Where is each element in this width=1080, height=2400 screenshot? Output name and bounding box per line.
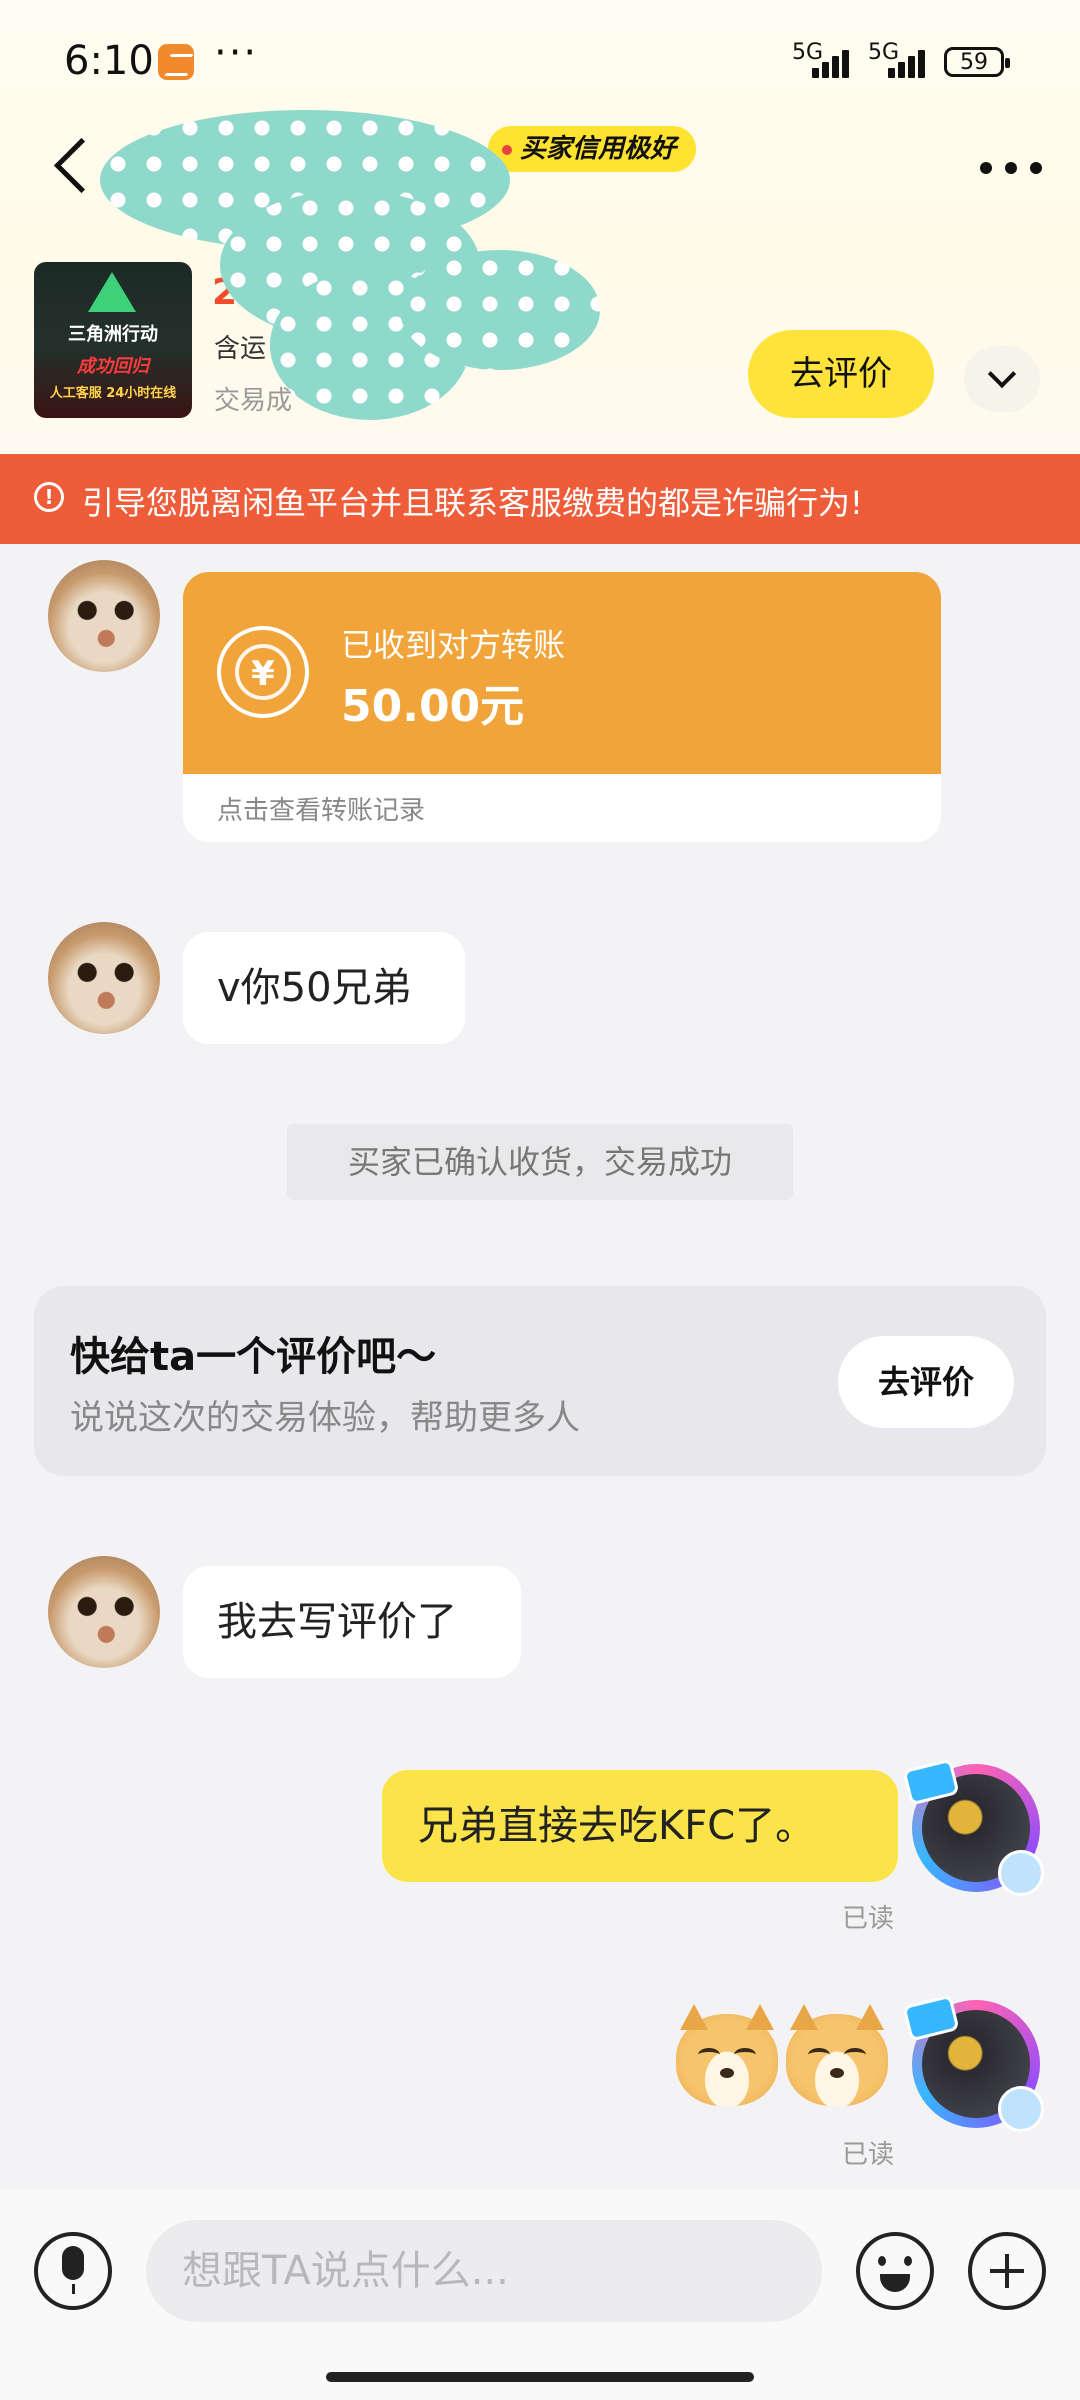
astronaut-badge-icon — [998, 2086, 1044, 2132]
more-notifications-icon: ··· — [214, 30, 259, 76]
review-prompt-card: 快给ta一个评价吧～ 说说这次的交易体验，帮助更多人 去评价 — [34, 1286, 1046, 1476]
review-button-top[interactable]: 去评价 — [748, 330, 934, 418]
doge-sticker-icon[interactable] — [786, 2004, 888, 2106]
review-card-subtitle: 说说这次的交易体验，帮助更多人 — [70, 1398, 580, 1438]
message-bubble[interactable]: 我去写评价了 — [183, 1566, 521, 1678]
other-avatar[interactable] — [48, 922, 160, 1034]
my-avatar[interactable] — [902, 1758, 1044, 1896]
back-arrow-icon[interactable] — [48, 138, 98, 198]
status-time: 6:10 — [64, 38, 154, 84]
status-bar: 6:10 ··· 5G 5G 59 — [0, 0, 1080, 120]
review-card-title: 快给ta一个评价吧～ — [70, 1334, 437, 1380]
home-indicator[interactable] — [326, 2372, 754, 2382]
astronaut-badge-icon — [998, 1850, 1044, 1896]
warning-text: 引导您脱离闲鱼平台并且联系客服缴费的都是诈骗行为! — [82, 484, 863, 522]
read-receipt: 已读 — [842, 1904, 895, 1934]
fraud-warning-banner: ! 引导您脱离闲鱼平台并且联系客服缴费的都是诈骗行为! — [0, 454, 1080, 544]
transfer-label: 已收到对方转账 — [341, 626, 566, 664]
my-avatar[interactable] — [902, 1994, 1044, 2132]
my-message-bubble[interactable]: 兄弟直接去吃KFC了。 — [382, 1770, 898, 1882]
emoji-icon[interactable] — [856, 2232, 934, 2310]
review-card-button[interactable]: 去评价 — [838, 1336, 1014, 1428]
system-message: 买家已确认收货，交易成功 — [287, 1124, 793, 1200]
plus-icon[interactable] — [968, 2232, 1046, 2310]
yen-icon: ¥ — [217, 626, 309, 718]
notification-app-icon — [158, 44, 194, 80]
warning-icon: ! — [34, 482, 64, 512]
doge-sticker-icon[interactable] — [676, 2004, 778, 2106]
signal-bars-1-icon — [812, 48, 858, 78]
transfer-header: ¥ 已收到对方转账 50.00元 — [183, 572, 941, 774]
message-input[interactable] — [146, 2220, 822, 2322]
chevron-down-icon[interactable] — [964, 346, 1040, 412]
read-receipt: 已读 — [842, 2140, 895, 2170]
other-avatar[interactable] — [48, 560, 160, 672]
avatar-tag-icon — [902, 1994, 960, 2042]
other-avatar[interactable] — [48, 1556, 160, 1668]
avatar-tag-icon — [902, 1758, 960, 1806]
battery-icon: 59 — [944, 47, 1010, 77]
signal-bars-2-icon — [888, 48, 934, 78]
transfer-card[interactable]: ¥ 已收到对方转账 50.00元 点击查看转账记录 — [183, 572, 941, 842]
redaction-scribble — [100, 110, 600, 430]
more-menu-icon[interactable] — [976, 140, 1046, 190]
transfer-record-link[interactable]: 点击查看转账记录 — [217, 790, 425, 827]
message-bubble[interactable]: v你50兄弟 — [183, 932, 465, 1044]
transfer-amount: 50.00元 — [341, 681, 525, 732]
microphone-icon[interactable] — [34, 2232, 112, 2310]
